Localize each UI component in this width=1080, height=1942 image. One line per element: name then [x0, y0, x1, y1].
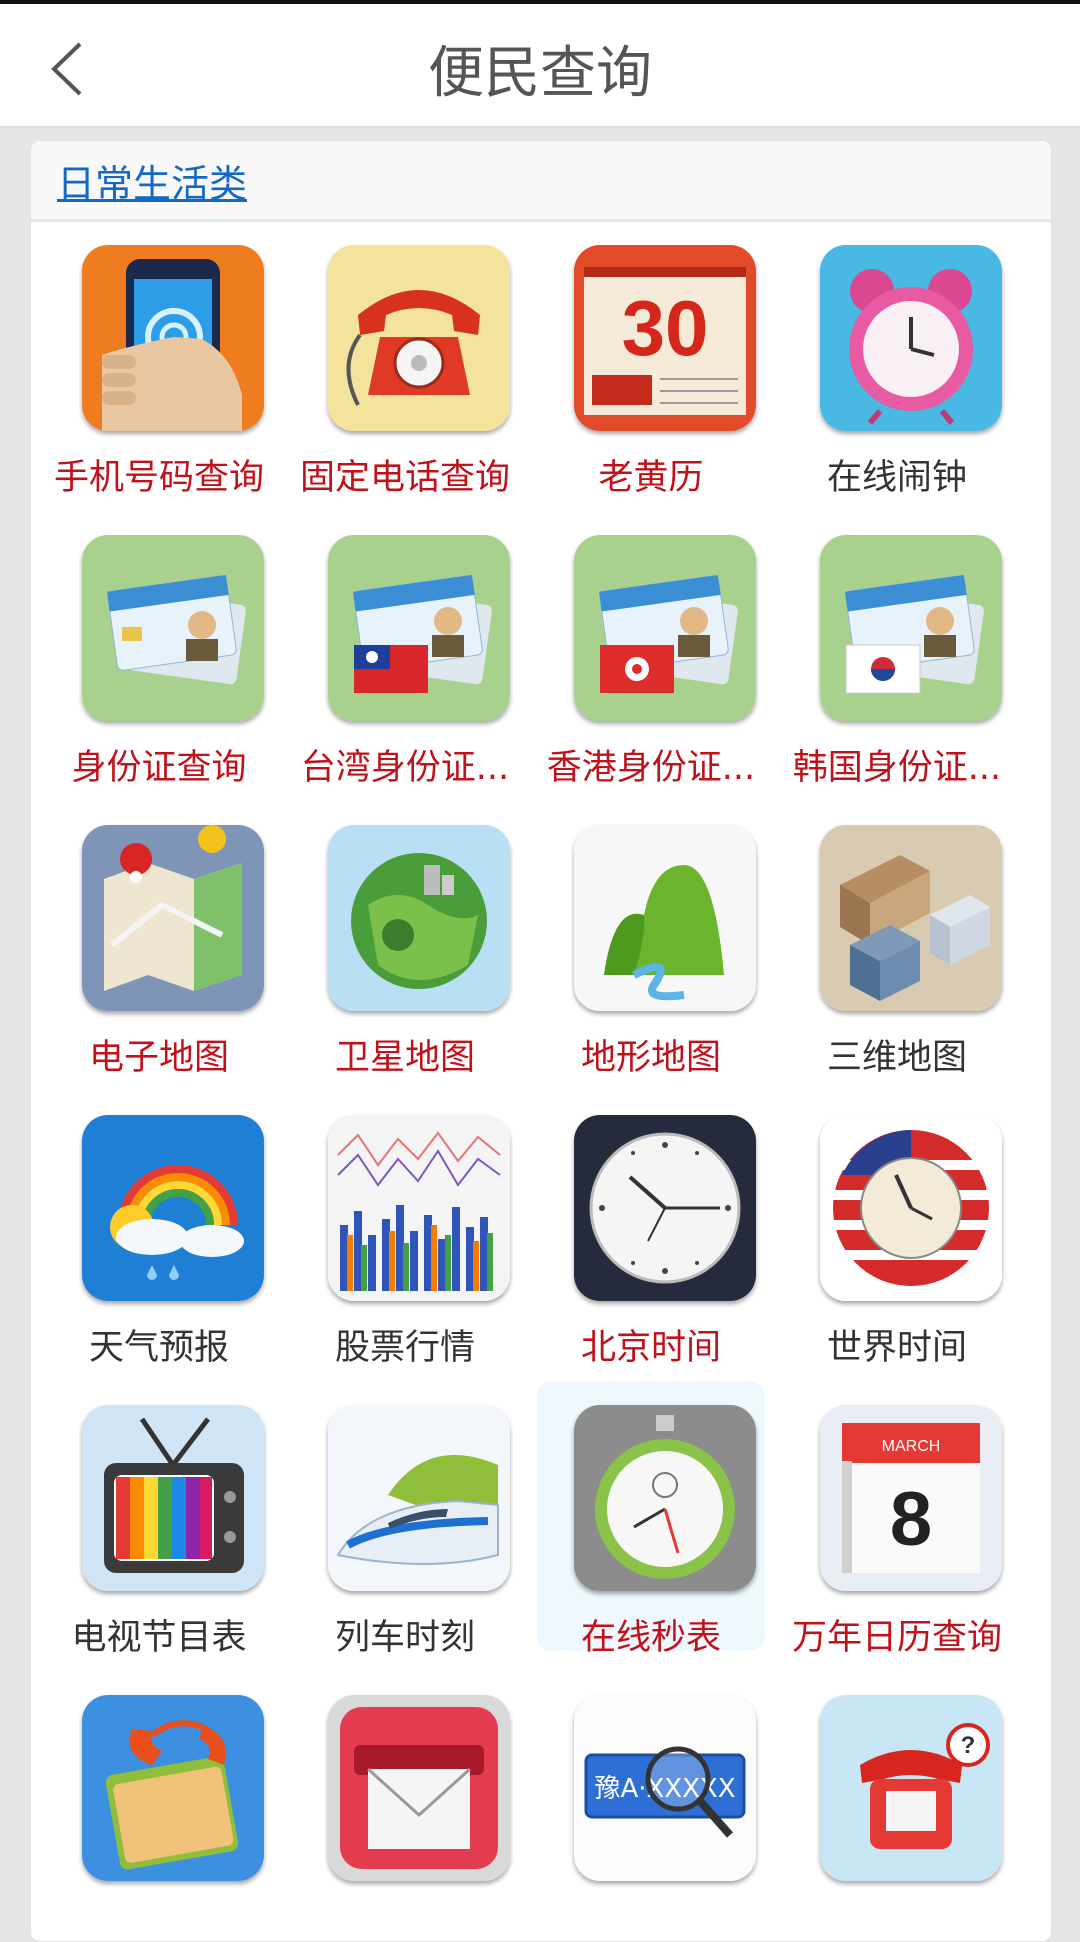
korea-id-card-icon [820, 535, 1002, 721]
service-label: 电子地图 [88, 1038, 229, 1078]
license-plate-search-icon: 豫A·XXXXX [574, 1695, 756, 1881]
service-item-plate[interactable]: 豫A·XXXXX [537, 1671, 765, 1941]
service-label: 三维地图 [826, 1038, 967, 1078]
phone-book-icon [82, 1695, 264, 1881]
service-item-mail[interactable] [291, 1671, 519, 1941]
red-telephone-help-icon: ? [820, 1695, 1002, 1881]
svg-text:?: ? [961, 1732, 976, 1759]
service-item-mobile[interactable]: 手机号码查询 [45, 221, 273, 498]
service-item-stock[interactable]: 股票行情 [291, 1091, 519, 1368]
old-almanac-calendar-icon: 30 [574, 245, 756, 431]
service-label: 老黄历 [598, 458, 704, 498]
id-card-icon [82, 535, 264, 721]
service-label: 韩国身份证... [792, 748, 1002, 788]
service-item-beijing-time[interactable]: 北京时间 [537, 1091, 765, 1368]
service-item-stopwatch[interactable]: 在线秒表 [537, 1381, 765, 1658]
hongkong-id-card-icon [574, 535, 756, 721]
service-item-train[interactable]: 列车时刻 [291, 1381, 519, 1658]
service-item-korea-id[interactable]: 韩国身份证... [783, 511, 1011, 788]
folded-map-icon [82, 825, 264, 1011]
service-item-landline[interactable]: 固定电话查询 [291, 221, 519, 498]
service-item-hongkong-id[interactable]: 香港身份证... [537, 511, 765, 788]
service-label: 电视节目表 [71, 1618, 247, 1658]
service-label: 股票行情 [334, 1328, 475, 1368]
service-label: 身份证查询 [71, 748, 247, 788]
content-panel: 日常生活类 手机号码查询 固定电话查询 30 老黄历 在线闹钟 身份证查询 台湾… [30, 140, 1052, 1942]
mobile-phone-icon [82, 245, 264, 431]
service-item-tv[interactable]: 电视节目表 [45, 1381, 273, 1658]
service-item-weather[interactable]: 天气预报 [45, 1091, 273, 1368]
service-label: 手机号码查询 [53, 458, 264, 498]
service-item-terrain[interactable]: 地形地图 [537, 801, 765, 1078]
service-label: 卫星地图 [334, 1038, 475, 1078]
service-item-idcard[interactable]: 身份证查询 [45, 511, 273, 788]
service-item-almanac[interactable]: 30 老黄历 [537, 221, 765, 498]
svg-text:8: 8 [890, 1477, 932, 1562]
service-item-calendar[interactable]: MARCH 8 万年日历查询 [783, 1381, 1011, 1658]
3d-city-icon [820, 825, 1002, 1011]
service-label: 天气预报 [88, 1328, 229, 1368]
service-label: 台湾身份证... [300, 748, 510, 788]
service-item-satellite[interactable]: 卫星地图 [291, 801, 519, 1078]
wall-clock-icon [574, 1115, 756, 1301]
title-bar: 便民查询 [0, 4, 1080, 128]
stopwatch-icon [574, 1405, 756, 1591]
service-label: 香港身份证... [546, 748, 756, 788]
service-label: 在线秒表 [580, 1618, 721, 1658]
march-calendar-icon: MARCH 8 [820, 1405, 1002, 1591]
usa-flag-clock-icon [820, 1115, 1002, 1301]
service-label: 万年日历查询 [791, 1618, 1002, 1658]
taiwan-id-card-icon [328, 535, 510, 721]
service-label: 列车时刻 [334, 1618, 475, 1658]
service-item-alarm[interactable]: 在线闹钟 [783, 221, 1011, 498]
terrain-mountain-icon [574, 825, 756, 1011]
service-item-taiwan-id[interactable]: 台湾身份证... [291, 511, 519, 788]
svg-text:30: 30 [622, 284, 709, 372]
alarm-clock-icon [820, 245, 1002, 431]
landline-phone-icon [328, 245, 510, 431]
service-item-help-phone[interactable]: ? [783, 1671, 1011, 1941]
tv-icon [82, 1405, 264, 1591]
service-label: 地形地图 [580, 1038, 721, 1078]
service-item-emap[interactable]: 电子地图 [45, 801, 273, 1078]
weather-rainbow-icon [82, 1115, 264, 1301]
section-header: 日常生活类 [31, 141, 1051, 222]
service-item-world-time[interactable]: 世界时间 [783, 1091, 1011, 1368]
bullet-train-icon [328, 1405, 510, 1591]
stock-chart-icon [328, 1115, 510, 1301]
satellite-globe-icon [328, 825, 510, 1011]
service-label: 世界时间 [826, 1328, 967, 1368]
service-label: 北京时间 [580, 1328, 721, 1368]
section-title-link[interactable]: 日常生活类 [57, 153, 247, 208]
mail-envelope-icon [328, 1695, 510, 1881]
service-item-phonebook[interactable] [45, 1671, 273, 1941]
service-item-3dmap[interactable]: 三维地图 [783, 801, 1011, 1078]
service-label: 固定电话查询 [299, 458, 510, 498]
service-label: 在线闹钟 [826, 458, 967, 498]
svg-text:MARCH: MARCH [882, 1438, 941, 1455]
page-title: 便民查询 [428, 41, 652, 106]
